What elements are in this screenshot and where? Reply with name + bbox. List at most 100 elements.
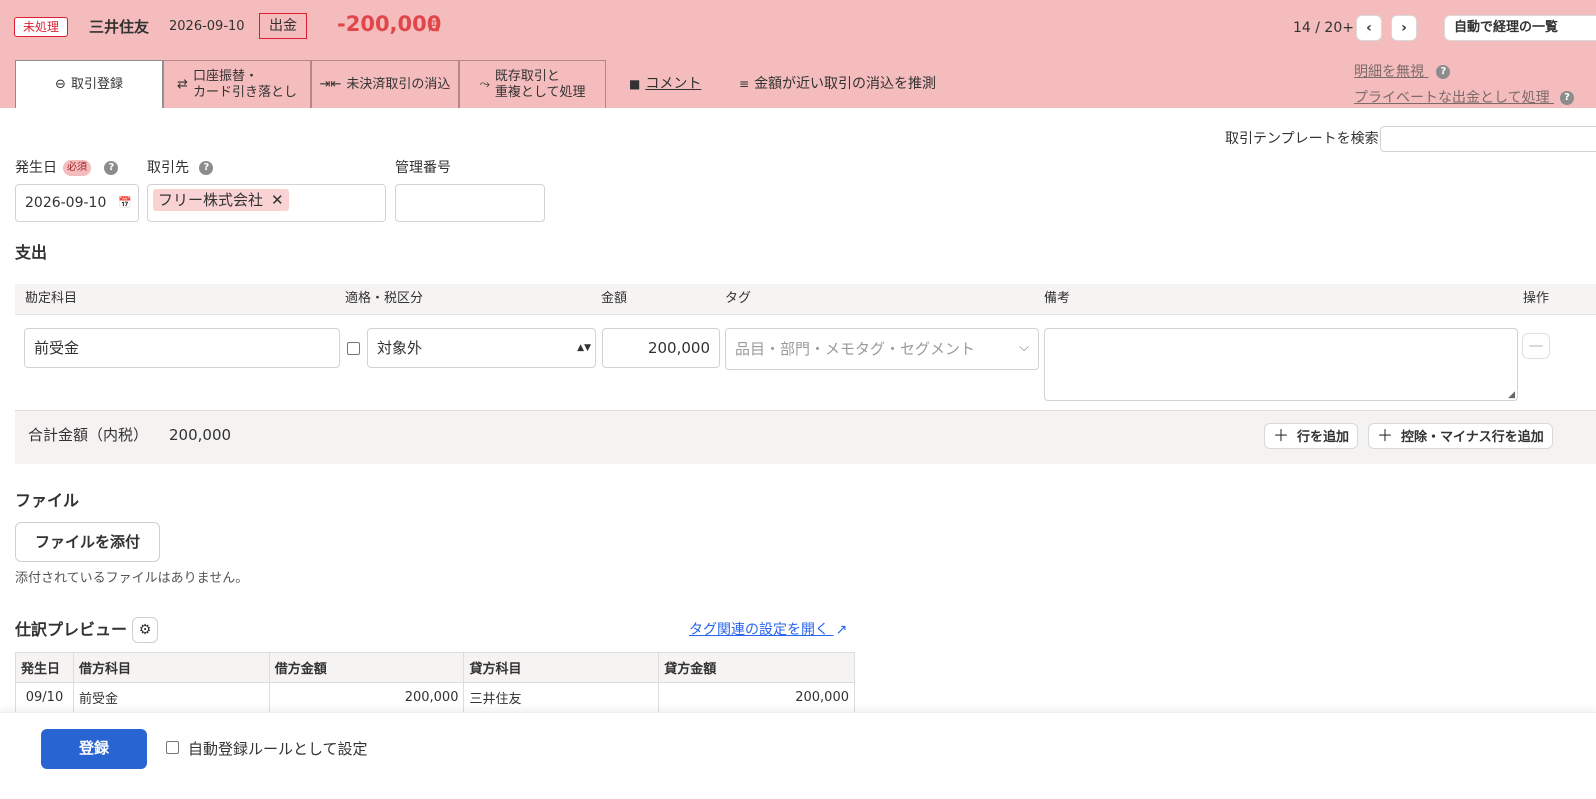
minus-circle-icon: ⊖	[55, 76, 66, 92]
add-row-label: 行を追加	[1297, 430, 1350, 445]
cell-debit-account: 前受金	[72, 682, 270, 713]
partner-label-text: 取引先	[147, 160, 189, 176]
col-debit-amount: 借方金額	[268, 652, 465, 683]
tax-category-select[interactable]: 対象外 ▲▼	[367, 328, 596, 368]
comment-link[interactable]: ■ コメント	[629, 74, 701, 94]
table-row: 09/10 前受金 200,000 三井住友 200,000	[15, 682, 855, 713]
resize-handle-icon[interactable]: ◢	[1508, 390, 1515, 400]
plus-icon: ＋	[1273, 426, 1290, 445]
auto-rule-label[interactable]: 自動登録ルールとして設定	[188, 739, 368, 759]
chevron-left-icon: ‹	[1366, 20, 1372, 36]
required-badge: 必須	[63, 160, 91, 176]
partner-label: 取引先 ?	[147, 159, 214, 177]
add-row-button[interactable]: ＋ 行を追加	[1264, 423, 1359, 449]
tag-settings-link[interactable]: タグ関連の設定を開く ↗	[689, 621, 847, 639]
col-tax: 適格・税区分	[345, 291, 424, 306]
account-value: 前受金	[34, 339, 80, 357]
plus-icon: ＋	[1377, 426, 1394, 445]
ignore-statement-label: 明細を無視	[1354, 64, 1424, 80]
account-input[interactable]: 前受金	[24, 328, 340, 368]
tab-label: 未決済取引の消込	[346, 76, 451, 92]
merge-icon: ⇥⇤	[319, 76, 342, 92]
submit-button[interactable]: 登録	[41, 729, 147, 769]
bank-name: 三井住友	[89, 18, 150, 36]
template-search-select[interactable]	[1380, 126, 1596, 152]
template-search-label: 取引テンプレートを検索	[1225, 131, 1379, 147]
total-bar	[15, 410, 1596, 464]
swap-icon: ⇄	[177, 76, 188, 92]
transaction-date: 2026-09-10	[169, 19, 245, 34]
remove-row-button[interactable]: —	[1522, 333, 1550, 359]
external-link-icon: ↗	[835, 622, 848, 638]
next-button[interactable]: ›	[1391, 15, 1417, 41]
no-files-text: 添付されているファイルはありません。	[15, 571, 249, 586]
col-date: 発生日	[15, 652, 74, 683]
close-icon[interactable]: ✕	[271, 191, 284, 209]
help-icon[interactable]: ?	[1436, 65, 1451, 79]
comment-icon: ■	[629, 77, 641, 91]
date-label: 発生日 必須 ?	[15, 159, 119, 177]
col-debit-account: 借方科目	[72, 652, 270, 683]
select-arrows-icon: ▲▼	[577, 343, 591, 353]
expense-grid-header	[15, 284, 1596, 315]
gear-icon: ⚙	[138, 622, 152, 638]
pager-count: 14 / 20+	[1293, 20, 1354, 36]
chevron-down-icon: ⌵	[1019, 340, 1029, 355]
col-note: 備考	[1044, 291, 1071, 306]
comment-link-label: コメント	[645, 76, 702, 92]
table-header-row: 発生日 借方科目 借方金額 貸方科目 貸方金額	[15, 652, 855, 683]
partner-chip: フリー株式会社 ✕	[153, 189, 289, 211]
tab-label: 口座振替・ カード引き落とし	[192, 68, 297, 100]
journal-preview-title: 仕訳プレビュー	[15, 620, 128, 639]
cell-credit-account: 三井住友	[463, 682, 660, 713]
transaction-amount: -200,000	[337, 12, 442, 36]
qualified-invoice-checkbox[interactable]	[347, 342, 360, 355]
guess-clearing-link[interactable]: ≡ 金額が近い取引の消込を推測	[739, 74, 936, 94]
chevron-right-icon: ›	[1401, 20, 1407, 36]
private-expense-link[interactable]: プライベートな出金として処理 ?	[1354, 88, 1575, 108]
amount-unit: 円	[428, 19, 441, 33]
note-textarea[interactable]: ◢	[1044, 328, 1518, 401]
help-icon[interactable]: ?	[104, 161, 119, 175]
col-credit-amount: 貸方金額	[658, 652, 855, 683]
tab-register[interactable]: ⊖ 取引登録	[15, 60, 163, 108]
amount-value: 200,000	[647, 339, 710, 357]
tag-placeholder: 品目・部門・メモタグ・セグメント	[735, 340, 976, 358]
cell-debit-amount: 200,000	[268, 682, 465, 713]
help-icon[interactable]: ?	[199, 161, 214, 175]
col-ops: 操作	[1523, 291, 1550, 306]
tab-duplicate[interactable]: ⤳ 既存取引と 重複として処理	[459, 60, 606, 108]
calendar-icon[interactable]: 📅	[118, 185, 132, 221]
preview-settings-button[interactable]: ⚙	[132, 617, 158, 643]
date-label-text: 発生日	[15, 160, 57, 176]
expense-title: 支出	[15, 243, 48, 262]
cell-credit-amount: 200,000	[658, 682, 855, 713]
prev-button[interactable]: ‹	[1356, 15, 1382, 41]
date-input[interactable]: 2026-09-10 📅	[15, 184, 139, 222]
tag-select[interactable]: 品目・部門・メモタグ・セグメント ⌵	[725, 328, 1039, 370]
tag-settings-label: タグ関連の設定を開く	[689, 622, 829, 638]
add-minus-row-label: 控除・マイナス行を追加	[1401, 430, 1544, 445]
minus-icon: —	[1528, 336, 1544, 354]
tax-category-value: 対象外	[377, 339, 423, 357]
private-expense-label: プライベートな出金として処理	[1354, 90, 1550, 106]
transaction-type-badge: 出金	[259, 13, 307, 39]
ignore-statement-link[interactable]: 明細を無視 ?	[1354, 62, 1451, 82]
auto-list-button[interactable]: 自動で経理の一覧	[1444, 15, 1596, 41]
auto-rule-checkbox[interactable]	[166, 741, 179, 754]
partner-value: フリー株式会社	[158, 191, 264, 209]
amount-input[interactable]: 200,000	[602, 328, 720, 368]
total-value: 200,000	[169, 426, 232, 444]
attach-file-button[interactable]: ファイルを添付	[15, 522, 160, 562]
journal-preview-table: 発生日 借方科目 借方金額 貸方科目 貸方金額 09/10 前受金 200,00…	[15, 652, 855, 713]
status-badge: 未処理	[14, 17, 69, 37]
date-value: 2026-09-10	[25, 195, 107, 211]
tab-transfer[interactable]: ⇄ 口座振替・ カード引き落とし	[163, 60, 311, 108]
help-icon[interactable]: ?	[1560, 91, 1575, 105]
tab-label: 取引登録	[70, 76, 123, 92]
tab-clear-unsettled[interactable]: ⇥⇤ 未決済取引の消込	[311, 60, 459, 108]
management-number-label: 管理番号	[395, 160, 451, 176]
add-minus-row-button[interactable]: ＋ 控除・マイナス行を追加	[1368, 423, 1553, 449]
total-label: 合計金額（内税）	[28, 426, 149, 444]
management-number-input[interactable]	[395, 184, 545, 222]
